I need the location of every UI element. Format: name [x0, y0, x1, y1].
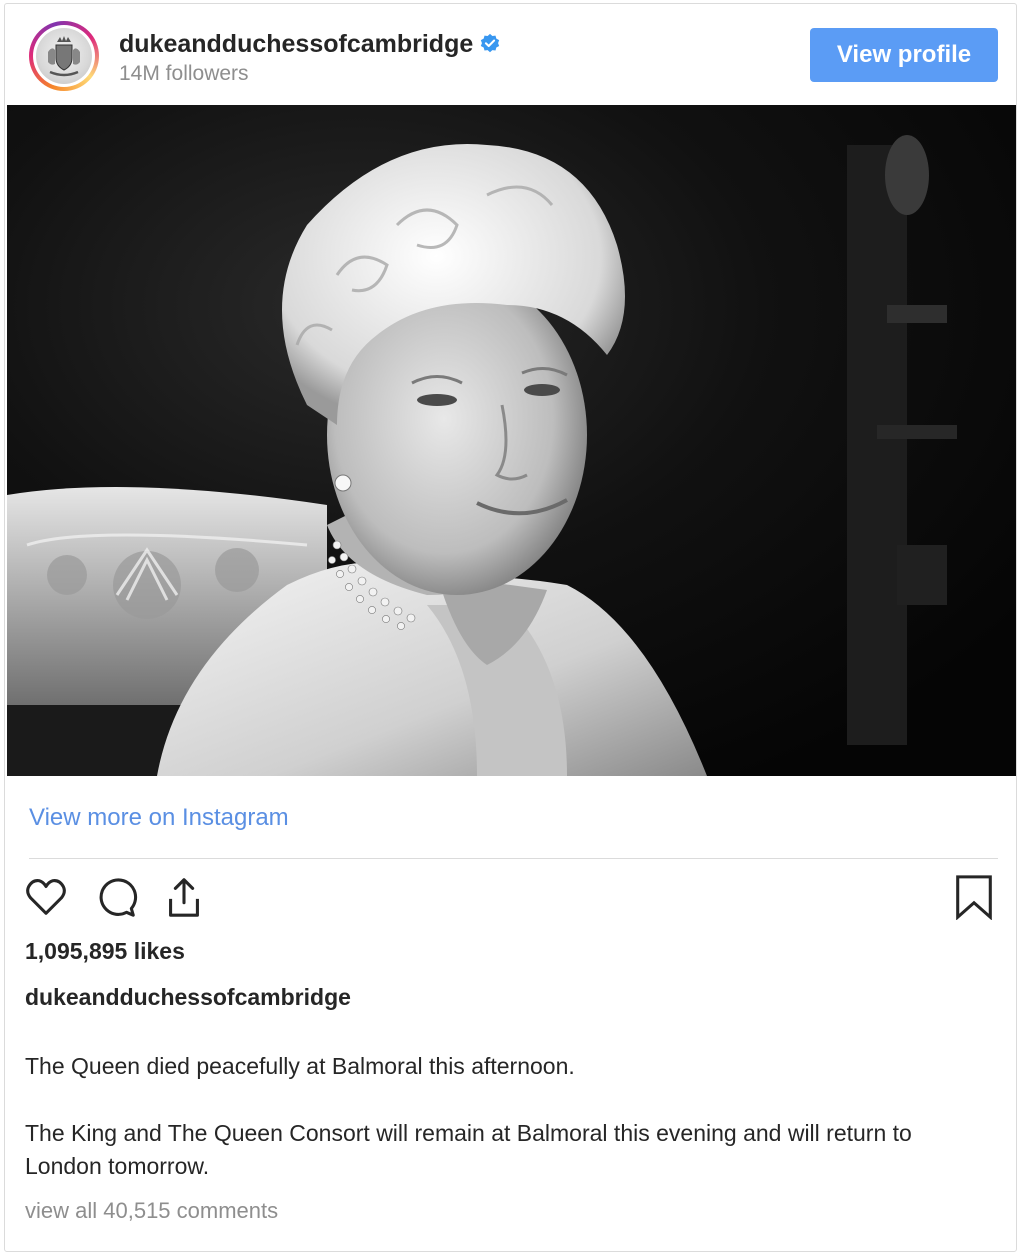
- follower-count: 14M followers: [119, 62, 249, 85]
- username[interactable]: dukeandduchessofcambridge: [119, 30, 473, 59]
- view-profile-button[interactable]: View profile: [810, 28, 998, 82]
- caption-username[interactable]: dukeandduchessofcambridge: [25, 984, 351, 1011]
- like-count[interactable]: 1,095,895 likes: [25, 938, 185, 965]
- action-bar: [5, 874, 1016, 924]
- divider: [29, 858, 998, 859]
- instagram-embed: dukeandduchessofcambridge 14M followers …: [4, 3, 1017, 1252]
- verified-badge-icon: [480, 33, 500, 53]
- avatar[interactable]: [29, 21, 99, 91]
- post-caption: The Queen died peacefully at Balmoral th…: [25, 1050, 985, 1183]
- view-more-on-instagram-link[interactable]: View more on Instagram: [29, 804, 289, 832]
- royal-crest-icon: [36, 28, 92, 84]
- view-all-comments-link[interactable]: view all 40,515 comments: [25, 1198, 278, 1224]
- post-photo[interactable]: [7, 105, 1016, 776]
- caption-paragraph: The King and The Queen Consort will rema…: [25, 1120, 912, 1179]
- post-header: dukeandduchessofcambridge 14M followers …: [5, 4, 1016, 106]
- caption-paragraph: The Queen died peacefully at Balmoral th…: [25, 1053, 575, 1079]
- share-icon[interactable]: [161, 874, 207, 920]
- portrait-photo: [7, 105, 1016, 776]
- bookmark-icon[interactable]: [951, 874, 997, 920]
- comment-icon[interactable]: [93, 874, 139, 920]
- heart-icon[interactable]: [23, 874, 69, 920]
